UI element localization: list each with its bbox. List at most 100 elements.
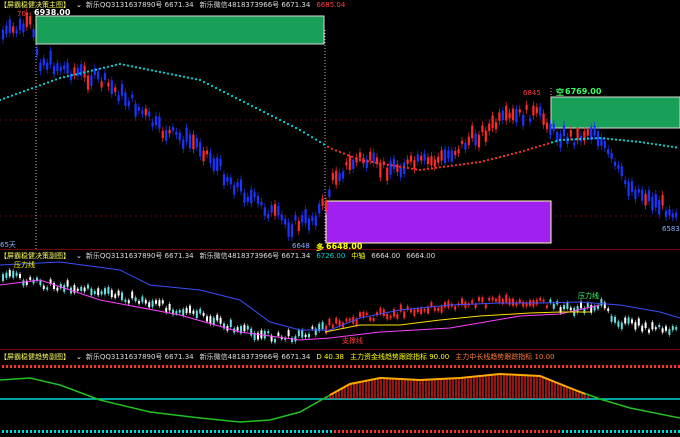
osc-bottom-tick xyxy=(666,430,668,433)
candle-body xyxy=(399,167,402,178)
osc-top-tick xyxy=(274,365,276,368)
osc-top-tick xyxy=(486,365,488,368)
osc-top-tick xyxy=(266,365,268,368)
osc-bottom-tick xyxy=(198,430,200,433)
sub-candle-body xyxy=(335,318,338,324)
sub-candle-body xyxy=(257,332,259,340)
trend-wave-dot xyxy=(558,138,562,142)
trend-wave-dot xyxy=(430,167,434,170)
panel-divider[interactable] xyxy=(0,349,680,350)
osc-panel-title[interactable]: 【屏霸稳健趋势副图】 xyxy=(0,353,70,361)
osc-top-tick xyxy=(590,365,592,368)
chevron-down-icon[interactable]: ⌄ xyxy=(76,252,82,260)
osc-top-tick xyxy=(202,365,204,368)
osc-bottom-tick xyxy=(574,430,576,433)
sub-candle-body xyxy=(423,308,426,312)
candle-body xyxy=(549,123,552,136)
trend-wave-dot xyxy=(486,158,490,162)
trend-wave-dot xyxy=(370,160,374,164)
osc-bottom-tick xyxy=(98,430,100,433)
candle-body xyxy=(386,167,389,181)
sub-candle-body xyxy=(338,320,341,326)
candle-body xyxy=(477,134,481,148)
candle-body xyxy=(348,155,351,171)
osc-bottom-tick xyxy=(262,430,264,433)
chart-canvas[interactable] xyxy=(0,0,680,437)
osc-bottom-tick xyxy=(654,430,656,433)
osc-bottom-tick xyxy=(370,430,372,433)
trend-wave-dot xyxy=(306,133,310,136)
osc-bottom-tick xyxy=(398,430,400,433)
candle-body xyxy=(545,122,549,130)
osc-bottom-tick xyxy=(522,430,524,433)
osc-top-tick xyxy=(66,365,68,368)
candle-body xyxy=(668,209,671,216)
trend-wave-dot xyxy=(10,94,14,97)
osc-bottom-tick xyxy=(158,430,160,433)
sub-candle-body xyxy=(648,329,650,333)
candle-body xyxy=(86,75,90,90)
osc-top-tick xyxy=(402,365,404,368)
sub-candle-body xyxy=(345,318,348,322)
sub-candle-body xyxy=(2,274,4,281)
candle-body xyxy=(644,193,647,206)
sub-candle-body xyxy=(471,300,474,304)
candle-body xyxy=(341,171,345,179)
sub-candle-body xyxy=(321,322,324,329)
osc-bottom-tick xyxy=(70,430,72,433)
sub-candle-body xyxy=(362,311,365,318)
sub-panel-title[interactable]: 【屏霸稳健决策副图】 xyxy=(0,252,70,260)
trend-wave-dot xyxy=(218,88,222,92)
sub-candle-body xyxy=(498,295,501,303)
trend-wave-dot xyxy=(614,138,618,141)
trend-wave-dot xyxy=(86,70,90,73)
osc-bottom-tick xyxy=(434,430,436,433)
trend-wave-dot xyxy=(326,145,330,148)
osc-bottom-tick xyxy=(542,430,544,433)
osc-top-tick xyxy=(434,365,436,368)
osc-top-tick xyxy=(102,365,104,368)
trend-wave-dot xyxy=(278,118,282,122)
osc-bottom-tick xyxy=(294,430,296,433)
candle-body xyxy=(491,115,494,129)
trend-wave-dot xyxy=(586,137,590,140)
candle-body xyxy=(311,216,314,222)
trend-wave-dot xyxy=(410,167,414,170)
trend-wave-dot xyxy=(78,72,82,75)
trend-wave-dot xyxy=(654,143,658,146)
osc-bottom-tick xyxy=(306,430,308,433)
candle-body xyxy=(641,189,644,201)
trend-wave-dot xyxy=(350,155,354,158)
sub-candle-body xyxy=(624,317,627,324)
osc-bottom-tick xyxy=(26,430,28,433)
trend-wave-dot xyxy=(546,142,550,145)
trend-wave-dot xyxy=(474,161,478,164)
sub-candle-body xyxy=(250,328,253,336)
chevron-down-icon[interactable]: ⌄ xyxy=(76,353,82,361)
osc-top-tick xyxy=(670,365,672,368)
trend-wave-dot xyxy=(42,82,46,85)
sub-candle-body xyxy=(308,333,310,338)
osc-top-tick xyxy=(554,365,556,368)
sub-candle-body xyxy=(80,286,83,291)
candle-body xyxy=(161,130,164,138)
osc-bottom-tick xyxy=(674,430,676,433)
candle-body xyxy=(426,157,430,165)
osc-bottom-tick xyxy=(138,430,140,433)
trend-wave-dot xyxy=(134,66,138,69)
trend-wave-dot xyxy=(222,90,226,94)
trend-wave-dot xyxy=(254,106,258,110)
osc-bottom-tick xyxy=(246,430,248,433)
candle-body xyxy=(151,122,154,127)
osc-bottom-tick xyxy=(350,430,352,433)
osc-bottom-tick xyxy=(190,430,192,433)
osc-top-tick xyxy=(438,365,440,368)
trend-wave-dot xyxy=(426,167,430,170)
trend-wave-dot xyxy=(194,78,198,81)
osc-top-tick xyxy=(518,365,520,368)
sub-candle-body xyxy=(617,321,620,327)
osc-bottom-tick xyxy=(10,430,12,433)
sub-candle-body xyxy=(134,297,137,302)
osc-bottom-tick xyxy=(290,430,292,433)
osc-bottom-tick xyxy=(354,430,356,433)
